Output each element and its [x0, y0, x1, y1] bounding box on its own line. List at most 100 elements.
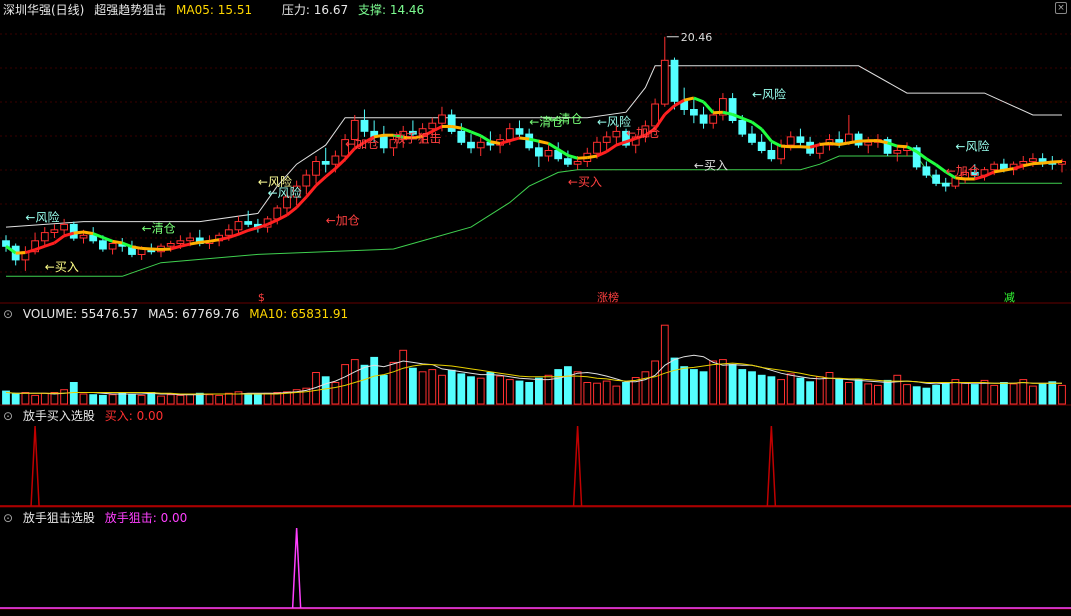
candle-body [321, 161, 330, 165]
stock-title[interactable]: 深圳华强(日线) [3, 3, 84, 17]
candle-body [1029, 158, 1037, 162]
volume-bar [583, 382, 592, 405]
candle-body [457, 130, 466, 143]
candle-body [796, 136, 805, 143]
volume-bar [147, 392, 156, 405]
snipe-indicator-title: 放手狙击选股 [22, 511, 95, 525]
candle-body [932, 174, 941, 184]
volume-bar [21, 392, 30, 405]
support-line [6, 155, 1062, 277]
candle-body [767, 150, 776, 160]
candle-body [108, 243, 117, 250]
collapse-icon[interactable]: ⊙ [3, 511, 13, 525]
volume-bar [815, 376, 824, 405]
trend-line [838, 141, 850, 146]
volume-bar [796, 377, 805, 405]
trend-line [819, 141, 830, 147]
volume-bar [525, 382, 534, 405]
buy-signal-spike [572, 425, 583, 507]
volume-bar [554, 369, 563, 405]
candle-body [854, 133, 863, 146]
volume-bar [699, 371, 708, 405]
volume-bar [990, 384, 999, 405]
volume-value: VOLUME: 55476.57 [22, 307, 139, 321]
volume-bar [641, 371, 650, 405]
candle-body [99, 240, 107, 250]
volume-bar [1038, 383, 1047, 405]
trend-line [305, 184, 318, 198]
trend-line [528, 137, 540, 143]
volume-ma5: MA5: 67769.76 [148, 307, 240, 321]
candle-body [1038, 158, 1047, 162]
candle-body [166, 243, 175, 247]
trend-line [451, 124, 462, 130]
signal-label: ←风险 [258, 174, 292, 189]
trend-line [663, 104, 676, 116]
trend-line [587, 154, 598, 160]
volume-bar [476, 377, 485, 405]
candle-body [2, 240, 10, 247]
collapse-icon[interactable]: ⊙ [3, 307, 13, 321]
volume-bar [496, 375, 505, 405]
volume-bar [612, 385, 621, 405]
volume-header: ⊙ VOLUME: 55476.57 MA5: 67769.76 MA10: 6… [3, 305, 354, 323]
volume-bar [108, 394, 117, 405]
volume-bar [660, 324, 669, 405]
candle-body [428, 122, 437, 130]
volume-bar [757, 374, 766, 405]
trend-line [1003, 167, 1014, 172]
candle-body [40, 232, 49, 242]
candle-body [786, 136, 795, 146]
volume-bar [709, 360, 718, 405]
volume-bar [883, 379, 892, 405]
volume-bar [409, 367, 417, 405]
volume-bar [128, 393, 136, 405]
volume-bar [40, 392, 49, 405]
trend-line [713, 110, 724, 115]
trend-line [760, 128, 773, 143]
volume-bar [99, 394, 107, 405]
trend-line [567, 154, 579, 160]
volume-bar [602, 380, 611, 405]
candle-body [467, 141, 475, 149]
trend-line [73, 230, 84, 235]
trend-line [44, 241, 55, 248]
candle-body [476, 141, 485, 149]
volume-bar [690, 369, 698, 405]
ma-value: MA05: 15.51 [176, 3, 253, 17]
volume-bar [738, 369, 747, 405]
volume-bar [89, 394, 98, 405]
chart-stage: 20.46 ←风险 ←买入 ←加仓 ←清仓 ←风险 ←加仓 ←风险 放手狙击 ←清仓 ←加仓 ←清仓 ←… [0, 0, 1071, 616]
trend-line [858, 139, 869, 143]
bottom-marker: 减 [1004, 291, 1015, 304]
trend-line [490, 140, 501, 145]
bottom-marker: $ [258, 291, 265, 304]
trend-line [286, 206, 298, 217]
candle-body [186, 237, 194, 242]
collapse-icon[interactable]: ⊙ [3, 409, 13, 423]
volume-bar [11, 393, 20, 405]
volume-bar [1048, 381, 1057, 405]
close-icon[interactable]: × [1055, 2, 1067, 14]
volume-bar [1029, 385, 1037, 405]
volume-bar [79, 393, 88, 405]
volume-bar [748, 371, 756, 405]
buy-signal-spike [30, 425, 40, 507]
volume-bar [467, 376, 475, 405]
volume-bar [874, 384, 882, 405]
candle-body [593, 141, 601, 154]
candle-body [602, 136, 611, 143]
trend-line [470, 130, 482, 138]
candle-body [244, 221, 253, 225]
volume-bar [845, 382, 853, 405]
volume-bar [767, 376, 776, 405]
trend-line [141, 246, 152, 251]
trend-line [1042, 160, 1053, 165]
volume-bar [980, 379, 989, 405]
indicator-title[interactable]: 超强趋势狙击 [94, 3, 166, 17]
signal-label: ←加仓 [626, 126, 660, 140]
buy-signal-spike [766, 425, 777, 507]
trend-line [1022, 162, 1034, 168]
trend-line [780, 144, 791, 149]
trend-line [218, 236, 230, 242]
